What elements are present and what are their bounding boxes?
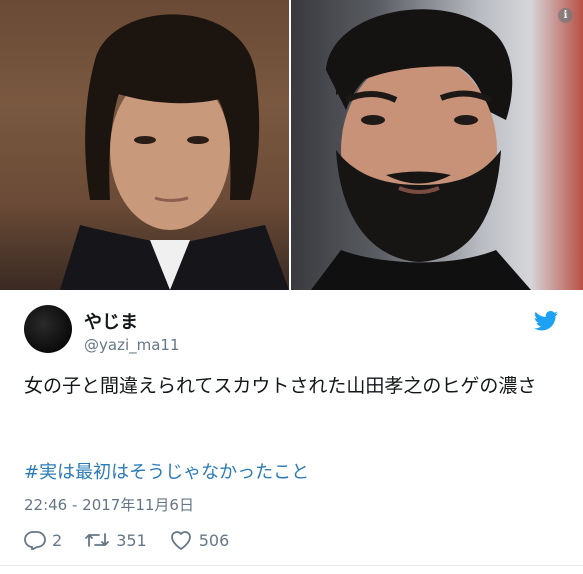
reply-count: 2	[52, 530, 63, 550]
user-handle[interactable]: @yazi_ma11	[84, 336, 180, 354]
retweet-button[interactable]: 351	[84, 530, 147, 550]
tweet-actions: 2 351 506	[24, 527, 251, 553]
young-face-illustration	[60, 14, 289, 290]
left-photo[interactable]	[0, 0, 289, 290]
avatar[interactable]	[24, 305, 72, 353]
tweet-timestamp[interactable]: 22:46 - 2017年11月6日	[24, 494, 194, 515]
tweet-media[interactable]: i	[0, 0, 583, 290]
info-icon[interactable]: i	[558, 8, 573, 23]
like-count: 506	[198, 530, 230, 550]
reply-button[interactable]: 2	[24, 530, 62, 550]
display-name[interactable]: やじま	[84, 308, 138, 334]
bearded-face-illustration	[311, 9, 531, 290]
reply-icon	[24, 531, 46, 550]
tweet-text: 女の子と間違えられてスカウトされた山田孝之のヒゲの濃さ	[24, 375, 537, 397]
retweet-icon	[85, 533, 110, 547]
twitter-bird-icon[interactable]	[534, 311, 558, 331]
retweet-count: 351	[116, 530, 147, 550]
tweet-card: i やじま @yazi_ma11 女の子と間違えられてスカウトされた山田孝之のヒ…	[0, 0, 583, 574]
card-bottom-border	[0, 565, 583, 566]
hashtag-link[interactable]: #実は最初はそうじゃなかったこと	[24, 458, 309, 484]
right-photo[interactable]	[291, 0, 583, 290]
heart-icon	[170, 531, 191, 550]
like-button[interactable]: 506	[169, 529, 230, 551]
